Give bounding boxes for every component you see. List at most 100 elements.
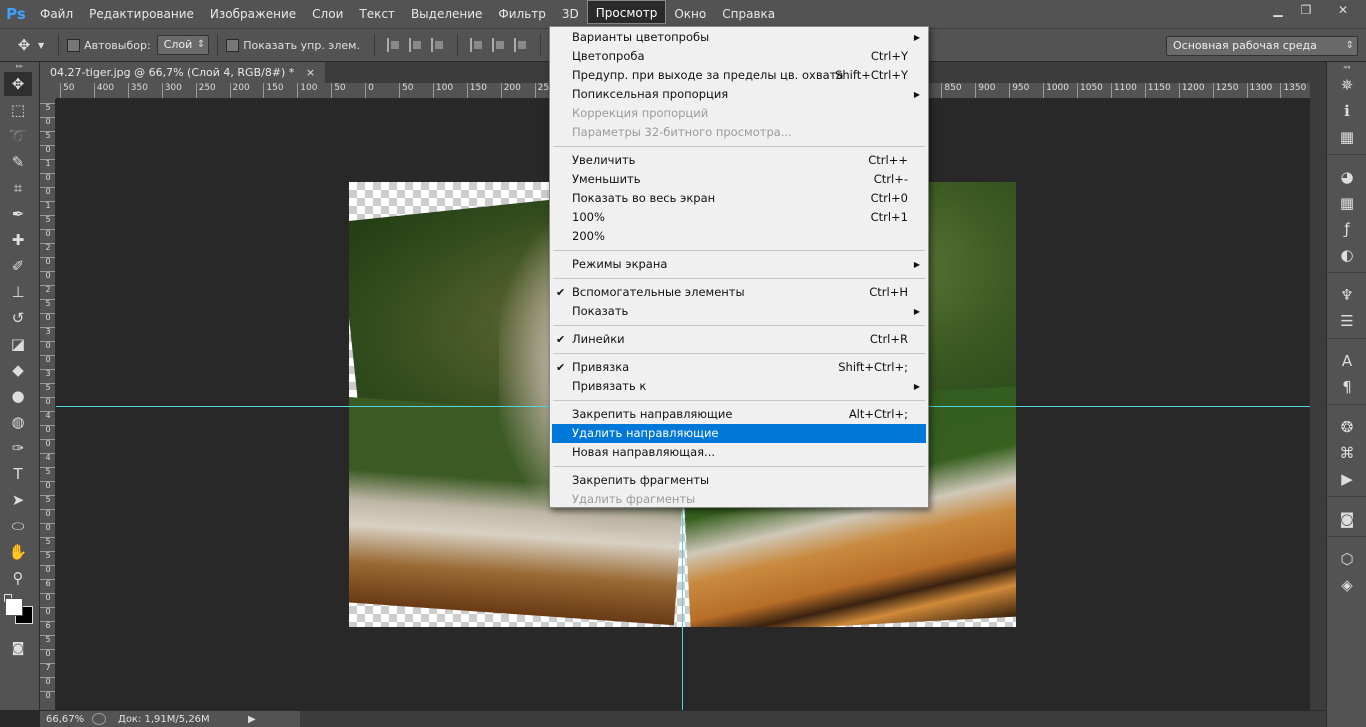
zoom-level[interactable]: 66,67%	[40, 714, 88, 725]
actions-icon[interactable]: ▶	[1327, 466, 1366, 492]
layer-comps-icon[interactable]: ☰	[1327, 308, 1366, 334]
vertical-ruler[interactable]: 5 0 5 0 1 0 0 1 5 0 2 0 0 2 5 0 3 0 0 3 5 0 4 0 0 4 5 0 5 0 0 5 5 0 6 0 0 6 5 0…	[40, 99, 56, 710]
ellipse-tool-icon[interactable]: ⬭	[4, 514, 32, 538]
styles-icon[interactable]: ƒ	[1327, 216, 1366, 242]
view-menu-item[interactable]: ✔ Вспомогательные элементы Ctrl+H	[552, 283, 926, 302]
align-hcenter-icon[interactable]	[408, 38, 423, 52]
view-menu-item[interactable]: Цветопроба Ctrl+Y	[552, 47, 926, 66]
view-menu-item[interactable]: Закрепить направляющие Alt+Ctrl+;	[552, 405, 926, 424]
adjustments-icon[interactable]: ◐	[1327, 242, 1366, 268]
character-icon[interactable]: A	[1327, 348, 1366, 374]
document-tab[interactable]: 04.27-tiger.jpg @ 66,7% (Слой 4, RGB/8#)…	[40, 62, 326, 83]
align-right-icon[interactable]	[430, 38, 445, 52]
view-menu-item[interactable]: Уменьшить Ctrl+-	[552, 170, 926, 189]
status-info-icon[interactable]	[92, 713, 106, 725]
minimize-button[interactable]: ▁	[1264, 0, 1292, 20]
view-menu-item[interactable]: Варианты цветопробы ▶	[552, 28, 926, 47]
view-menu-item[interactable]: Предупр. при выходе за пределы цв. охват…	[552, 66, 926, 85]
histogram-icon[interactable]: ▦	[1327, 124, 1366, 150]
align-left-icon[interactable]	[386, 38, 401, 52]
paths-icon[interactable]: ⌘	[1327, 440, 1366, 466]
panel-expand-icon[interactable]: ◂◂	[1327, 62, 1366, 72]
panel-separator	[1327, 496, 1366, 506]
paragraph-icon[interactable]: ¶	[1327, 374, 1366, 400]
zoom-tool-icon[interactable]: ⚲	[4, 566, 32, 590]
ruler-h-label: 1200	[1178, 83, 1205, 98]
view-menu-item[interactable]: Показать во весь экран Ctrl+0	[552, 189, 926, 208]
submenu-arrow-icon: ▶	[913, 33, 920, 42]
tool-list: ✥ ⬚ ➰ ✎ ⌗ ✒ ✚ ✐ ⊥ ↺ ◪ ◆ ● ◍ ✑ T ➤ ⬭ ✋ ⚲	[0, 72, 39, 590]
marquee-tool-icon[interactable]: ⬚	[4, 98, 32, 122]
document-tab-close-icon[interactable]: ×	[306, 66, 315, 79]
brushes-icon[interactable]: ♆	[1327, 282, 1366, 308]
eyedropper-tool-icon[interactable]: ✒	[4, 202, 32, 226]
healing-brush-tool-icon[interactable]: ✚	[4, 228, 32, 252]
view-menu-item-label: Закрепить направляющие	[572, 407, 733, 421]
blur-tool-icon[interactable]: ●	[4, 384, 32, 408]
lasso-tool-icon[interactable]: ➰	[4, 124, 32, 148]
autoselect-checkbox[interactable]	[67, 38, 81, 52]
bucket-tool-icon[interactable]: ◆	[4, 358, 32, 382]
ruler-origin[interactable]	[40, 83, 56, 99]
view-menu-item[interactable]: Попиксельная пропорция ▶	[552, 85, 926, 104]
canvas-vertical-scrollbar[interactable]	[1310, 83, 1326, 710]
workspace-select[interactable]: Основная рабочая среда	[1166, 36, 1358, 56]
view-menu-item[interactable]: 100% Ctrl+1	[552, 208, 926, 227]
view-menu-item-label: Параметры 32-битного просмотра...	[572, 125, 792, 139]
quick-select-tool-icon[interactable]: ✎	[4, 150, 32, 174]
tool-preset-chevron-down-icon[interactable]: ▼	[38, 41, 44, 50]
menu-3[interactable]: Слои	[304, 0, 351, 28]
layers-icon[interactable]: ◈	[1327, 572, 1366, 598]
menu-1[interactable]: Редактирование	[81, 0, 202, 28]
menu-9[interactable]: Окно	[666, 0, 714, 28]
separator	[373, 34, 375, 56]
dodge-tool-icon[interactable]: ◍	[4, 410, 32, 434]
show-transform-checkbox[interactable]	[226, 38, 240, 52]
horizontal-scrollbar[interactable]	[300, 711, 1326, 727]
menu-8[interactable]: Просмотр	[586, 0, 667, 24]
close-window-button[interactable]: ✕	[1320, 0, 1366, 20]
status-menu-arrow-icon[interactable]: ▶	[248, 714, 256, 725]
foreground-color-swatch[interactable]	[5, 598, 23, 616]
swatches-icon[interactable]: ▦	[1327, 190, 1366, 216]
view-menu-item[interactable]: Увеличить Ctrl++	[552, 151, 926, 170]
menu-10[interactable]: Справка	[714, 0, 783, 28]
pen-tool-icon[interactable]: ✑	[4, 436, 32, 460]
document-info: Док: 1,91M/5,26M	[118, 713, 210, 725]
info-icon[interactable]: ℹ	[1327, 98, 1366, 124]
stamp-tool-icon[interactable]: ⊥	[4, 280, 32, 304]
view-menu-item-label: Линейки	[572, 332, 625, 346]
navigator-icon[interactable]: ✵	[1327, 72, 1366, 98]
align-vcenter-icon[interactable]	[491, 38, 506, 52]
menu-7[interactable]: 3D	[554, 0, 587, 28]
menu-0[interactable]: Файл	[32, 0, 81, 28]
restore-button[interactable]: ❐	[1292, 0, 1320, 20]
menu-4[interactable]: Текст	[351, 0, 403, 28]
view-menu-item[interactable]: ✔ Привязка Shift+Ctrl+;	[552, 358, 926, 377]
path-select-tool-icon[interactable]: ➤	[4, 488, 32, 512]
menu-6[interactable]: Фильтр	[490, 0, 553, 28]
autoselect-select[interactable]: Слой	[156, 35, 210, 55]
color-icon[interactable]: ◕	[1327, 164, 1366, 190]
crop-tool-icon[interactable]: ⌗	[4, 176, 32, 200]
move-tool-icon[interactable]: ✥	[4, 72, 32, 96]
brush-tool-icon[interactable]: ✐	[4, 254, 32, 278]
submenu-arrow-icon: ▶	[913, 90, 920, 99]
panel-collapse-icon[interactable]: ▸▸	[0, 62, 39, 70]
move-tool-preset-icon[interactable]: ✥	[10, 33, 38, 57]
hand-tool-icon[interactable]: ✋	[4, 540, 32, 564]
eraser-tool-icon[interactable]: ◪	[4, 332, 32, 356]
history-brush-tool-icon[interactable]: ↺	[4, 306, 32, 330]
channels-icon[interactable]: ❂	[1327, 414, 1366, 440]
ruler-h-label: 150	[263, 83, 284, 98]
type-tool-icon[interactable]: T	[4, 462, 32, 486]
view-menu-item[interactable]: Удалить направляющие	[552, 424, 926, 443]
align-top-icon[interactable]	[469, 38, 484, 52]
align-bottom-icon[interactable]	[513, 38, 528, 52]
3d-icon[interactable]: ⬡	[1327, 546, 1366, 572]
properties-icon[interactable]: ◙	[1327, 506, 1366, 532]
quick-mask-icon[interactable]: ◙	[4, 636, 32, 660]
menu-5[interactable]: Выделение	[403, 0, 490, 28]
view-menu-item[interactable]: Закрепить фрагменты	[552, 471, 926, 490]
menu-2[interactable]: Изображение	[202, 0, 304, 28]
